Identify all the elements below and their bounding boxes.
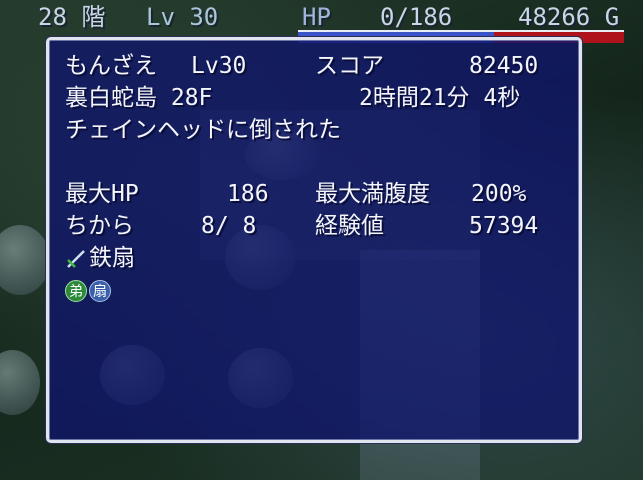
weapon-name: 鉄扇	[89, 245, 135, 271]
score-value: 82450	[469, 53, 539, 79]
hp-value: 0/186	[380, 3, 453, 31]
strength-label: ちから	[65, 213, 134, 239]
character-level: Lv30	[191, 53, 247, 79]
level-indicator: Lv 30	[146, 3, 219, 31]
fullness-value: 200%	[471, 181, 527, 207]
gold-amount: 48266 G	[518, 3, 620, 31]
exp-label: 経験値	[315, 213, 384, 239]
strength-value: 8/ 8	[201, 213, 257, 239]
maxhp-value: 186	[227, 181, 269, 207]
fan-seal-icon: 扇	[89, 280, 111, 302]
floor-indicator: 28 階	[38, 3, 106, 31]
score-label: スコア	[315, 53, 384, 79]
boulder	[0, 225, 50, 295]
exp-value: 57394	[469, 213, 539, 239]
result-window: もんざえ Lv30 スコア 82450 裏白蛇島 28F 2時間21分 4秒 チ…	[46, 37, 582, 443]
play-time: 2時間21分 4秒	[359, 85, 521, 111]
fullness-label: 最大満腹度	[315, 181, 430, 207]
character-name: もんざえ	[65, 53, 157, 79]
dungeon-floor: 裏白蛇島 28F	[65, 85, 213, 111]
hp-label: HP	[302, 3, 331, 31]
boulder	[0, 350, 40, 415]
maxhp-label: 最大HP	[65, 181, 139, 207]
seal-badge-icon: 弟	[65, 280, 87, 302]
death-cause: チェインヘッドに倒された	[65, 117, 341, 143]
sword-icon	[67, 250, 85, 268]
